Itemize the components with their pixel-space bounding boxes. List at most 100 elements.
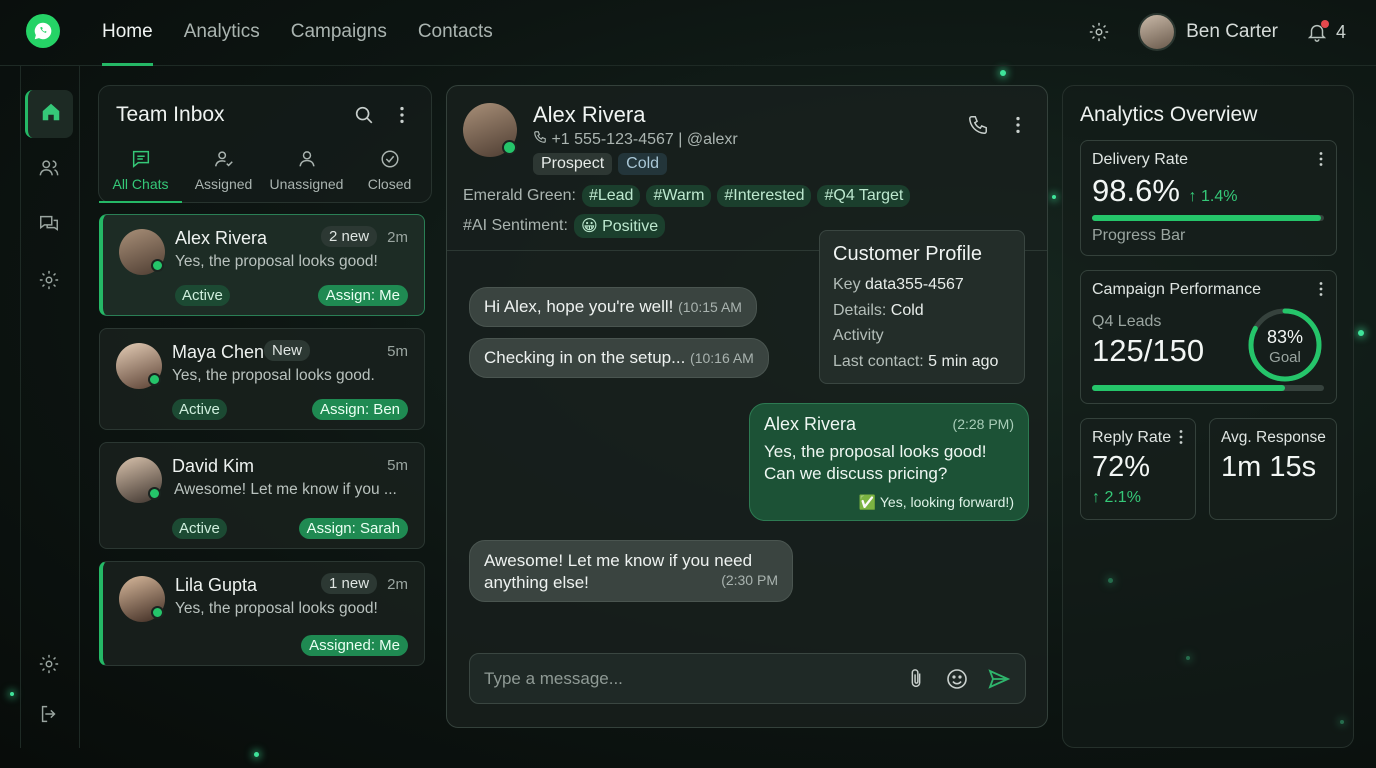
status-badge: Active (175, 285, 230, 306)
assign-button[interactable]: Assign: Me (317, 285, 408, 306)
contact-name: Maya Chen (172, 342, 265, 362)
settings-gear-icon[interactable] (1088, 21, 1110, 43)
goal-label: Goal (1269, 349, 1301, 366)
reply-rate-value: 72% (1092, 451, 1151, 483)
online-indicator (151, 606, 164, 619)
team-inbox-title: Team Inbox (116, 103, 225, 126)
reply-rate-label: Reply Rate (1092, 429, 1172, 446)
online-indicator (148, 373, 161, 386)
nav-contacts[interactable]: Contacts (418, 0, 493, 66)
tab-label: Closed (367, 176, 412, 192)
glow-dot (1000, 70, 1006, 76)
glow-dot (10, 692, 14, 696)
tab-closed[interactable]: Closed (348, 146, 431, 203)
message-input[interactable] (484, 666, 884, 692)
sentiment-title: #AI Sentiment: (463, 217, 568, 234)
sidebar-settings-button[interactable] (25, 258, 73, 306)
status-badge: Active (172, 518, 227, 539)
label-tag[interactable]: #Interested (717, 185, 812, 207)
check-circle-icon (380, 150, 399, 168)
tab-label: Assigned (194, 176, 253, 192)
contact-tags: Prospect Cold (533, 153, 668, 175)
assign-button[interactable]: Assign: Sarah (298, 518, 408, 539)
whatsapp-logo-icon[interactable] (26, 14, 60, 48)
leads-progress-fill (1092, 385, 1285, 391)
profile-activity: Activity (833, 327, 884, 344)
message-line: Yes, the proposal looks good! (764, 442, 987, 461)
notification-count: 4 (1335, 21, 1346, 42)
sidebar-home-button[interactable] (25, 90, 73, 138)
message-time: (2:30 PM (721, 572, 778, 588)
phone-icon[interactable] (967, 114, 989, 141)
gear-icon (38, 653, 60, 680)
tab-unassigned[interactable]: Unassigned (265, 146, 348, 203)
chat-list-item[interactable]: Lila Gupta 1 new 2m Yes, the proposal lo… (99, 561, 425, 666)
sidebar-contacts-button[interactable] (25, 146, 73, 194)
card-more-icon[interactable] (1178, 429, 1184, 450)
sidebar-preferences-button[interactable] (25, 642, 73, 690)
status-badge: Active (172, 399, 227, 420)
card-more-icon[interactable] (1318, 151, 1324, 172)
nav-analytics[interactable]: Analytics (184, 0, 260, 66)
incoming-message: Checking in on the setup... (10:16 AM (469, 338, 769, 378)
online-indicator (151, 259, 164, 272)
chat-time: 2m (387, 229, 408, 246)
avg-response-label: Avg. Response (1221, 429, 1326, 446)
label-tag[interactable]: #Warm (646, 185, 712, 207)
campaign-performance-label: Campaign Performance (1092, 281, 1261, 298)
chat-time: 2m (387, 576, 408, 593)
tag-prospect[interactable]: Prospect (533, 153, 613, 175)
message-line: anything else! (2:30 PM (484, 572, 778, 594)
card-more-icon[interactable] (1318, 281, 1324, 302)
sentiment-badge: 😀 Positive (573, 214, 666, 238)
contact-name: Lila Gupta (175, 575, 258, 595)
profile-key-value: data355-4567 (865, 276, 964, 293)
chat-preview: Yes, the proposal looks good! (175, 600, 378, 617)
emoji-icon[interactable] (945, 667, 969, 696)
incoming-message: Awesome! Let me know if you need anythin… (469, 540, 793, 602)
assign-button[interactable]: Assigned: Me (301, 635, 408, 656)
conversation-more-icon[interactable] (1013, 114, 1023, 141)
label-tag[interactable]: #Lead (581, 185, 641, 207)
chat-list-item[interactable]: Maya Chen New 5m Yes, the proposal looks… (99, 328, 425, 430)
team-inbox-panel: Team Inbox All Chats Assigned Unassigned… (98, 85, 432, 203)
unread-badge: 1 new (321, 573, 378, 594)
profile-details-label: Details: (833, 301, 891, 319)
online-indicator (148, 487, 161, 500)
sidebar-chats-button[interactable] (25, 202, 73, 250)
user-name[interactable]: Ben Carter (1186, 21, 1278, 43)
delivery-progress-bar (1092, 215, 1324, 221)
search-icon[interactable] (353, 104, 375, 131)
assign-button[interactable]: Assign: Ben (311, 399, 408, 420)
profile-last-contact: Last contact: 5 min ago (833, 349, 1011, 375)
send-icon[interactable] (987, 667, 1011, 696)
sidebar-logout-button[interactable] (25, 692, 73, 740)
left-sidebar (20, 66, 80, 748)
tab-assigned[interactable]: Assigned (182, 146, 265, 203)
message-time: (10:15 AM (678, 299, 742, 315)
message-text: Checking in on the setup... (484, 348, 686, 367)
message-text: Yes, the proposal looks good! Can we dis… (764, 441, 1014, 485)
goal-progress-ring: 83% Goal (1248, 308, 1322, 382)
progress-bar-label: Progress Bar (1092, 227, 1186, 244)
reply-rate-card: Reply Rate 72% ↑ 2.1% (1080, 418, 1196, 520)
bell-icon[interactable] (1306, 20, 1329, 43)
paperclip-icon[interactable] (905, 667, 927, 696)
chat-list-item[interactable]: Alex Rivera 2 new 2m Yes, the proposal l… (99, 214, 425, 316)
chat-icon (132, 150, 149, 168)
users-icon (38, 157, 60, 184)
nav-campaigns[interactable]: Campaigns (291, 0, 387, 66)
label-tag[interactable]: #Q4 Target (817, 185, 911, 207)
tab-all-chats[interactable]: All Chats (99, 146, 182, 203)
chat-list-item[interactable]: David Kim 5m Awesome! Let me know if you… (99, 442, 425, 549)
inbox-more-icon[interactable] (395, 104, 409, 131)
nav-home[interactable]: Home (102, 0, 153, 66)
user-check-icon (214, 151, 233, 167)
inbox-tabs: All Chats Assigned Unassigned Closed (99, 146, 433, 203)
main-nav: Home Analytics Campaigns Contacts (102, 0, 524, 66)
glow-dot (1052, 195, 1056, 199)
tag-cold[interactable]: Cold (618, 153, 668, 175)
chat-preview: Awesome! Let me know if you ... (174, 481, 397, 498)
message-composer (469, 653, 1026, 704)
user-avatar[interactable] (1138, 13, 1177, 51)
